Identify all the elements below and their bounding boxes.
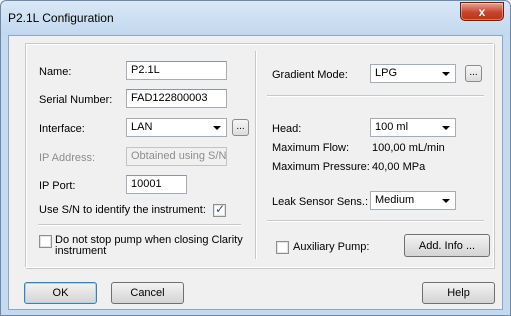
interface-label: Interface: xyxy=(39,123,85,135)
serial-number-field[interactable]: FAD122800003 xyxy=(126,89,227,108)
dialog-body: Name: P2.1L Serial Number: FAD122800003 … xyxy=(8,35,503,310)
max-pressure-label: Maximum Pressure: xyxy=(272,161,370,173)
auxiliary-pump-label: Auxiliary Pump: xyxy=(293,241,370,253)
auxiliary-pump-checkbox[interactable] xyxy=(276,241,289,254)
close-icon: x xyxy=(478,4,486,19)
name-field-value: P2.1L xyxy=(131,64,160,76)
gradient-mode-label: Gradient Mode: xyxy=(272,69,348,81)
serial-number-value: FAD122800003 xyxy=(131,92,208,104)
max-flow-label: Maximum Flow: xyxy=(272,142,350,154)
leak-sensor-value: Medium xyxy=(375,194,415,206)
ip-port-field[interactable]: 10001 xyxy=(126,175,187,194)
leak-sensor-label: Leak Sensor Sens.: xyxy=(272,196,369,208)
interface-select[interactable]: LAN xyxy=(126,118,227,137)
ok-label: OK xyxy=(52,287,69,299)
dont-stop-pump-label-line2: instrument xyxy=(55,245,107,257)
title-bar[interactable]: P2.1L Configuration x xyxy=(1,1,510,35)
add-info-button[interactable]: Add. Info ... xyxy=(404,234,490,257)
column-divider xyxy=(255,51,257,259)
ok-button[interactable]: OK xyxy=(24,282,97,304)
configuration-window: P2.1L Configuration x Name: P2.1L Serial… xyxy=(0,0,511,316)
head-select[interactable]: 100 ml xyxy=(370,118,456,137)
cancel-button[interactable]: Cancel xyxy=(111,282,184,304)
leak-sensor-select[interactable]: Medium xyxy=(370,191,456,210)
max-flow-value: 100,00 mL/min xyxy=(372,142,445,154)
gradient-mode-value: LPG xyxy=(375,67,398,79)
ellipsis-icon: ... xyxy=(469,67,478,78)
cancel-label: Cancel xyxy=(130,287,165,299)
chevron-down-icon xyxy=(442,199,450,203)
head-label: Head: xyxy=(272,123,302,135)
max-pressure-value: 40,00 MPa xyxy=(372,161,426,173)
right-top-divider xyxy=(267,95,484,97)
help-label: Help xyxy=(447,287,470,299)
ellipsis-icon: ... xyxy=(236,121,245,132)
right-bottom-divider xyxy=(267,220,484,222)
chevron-down-icon xyxy=(442,72,450,76)
gradient-settings-button[interactable]: ... xyxy=(465,65,482,82)
window-title: P2.1L Configuration xyxy=(8,11,114,25)
dont-stop-pump-checkbox[interactable] xyxy=(39,235,52,248)
interface-select-value: LAN xyxy=(131,121,153,133)
head-value: 100 ml xyxy=(375,121,409,133)
left-divider xyxy=(38,224,241,226)
name-label: Name: xyxy=(39,66,72,78)
ip-address-label: IP Address: xyxy=(39,152,96,164)
interface-settings-button[interactable]: ... xyxy=(232,119,249,136)
ip-address-value: Obtained using S/N xyxy=(131,150,227,162)
serial-number-label: Serial Number: xyxy=(39,94,113,106)
chevron-down-icon xyxy=(213,126,221,130)
use-sn-checkbox[interactable] xyxy=(213,202,226,217)
gradient-mode-select[interactable]: LPG xyxy=(370,64,456,83)
close-button[interactable]: x xyxy=(460,2,504,21)
help-button[interactable]: Help xyxy=(422,282,495,304)
add-info-label: Add. Info ... xyxy=(418,239,476,252)
ip-port-value: 10001 xyxy=(131,178,162,190)
name-field[interactable]: P2.1L xyxy=(126,61,227,80)
ip-port-label: IP Port: xyxy=(39,180,76,192)
chevron-down-icon xyxy=(442,126,450,130)
use-sn-label: Use S/N to identify the instrument: xyxy=(39,204,206,216)
settings-panel: Name: P2.1L Serial Number: FAD122800003 … xyxy=(25,43,494,268)
ip-address-field: Obtained using S/N xyxy=(126,147,227,166)
